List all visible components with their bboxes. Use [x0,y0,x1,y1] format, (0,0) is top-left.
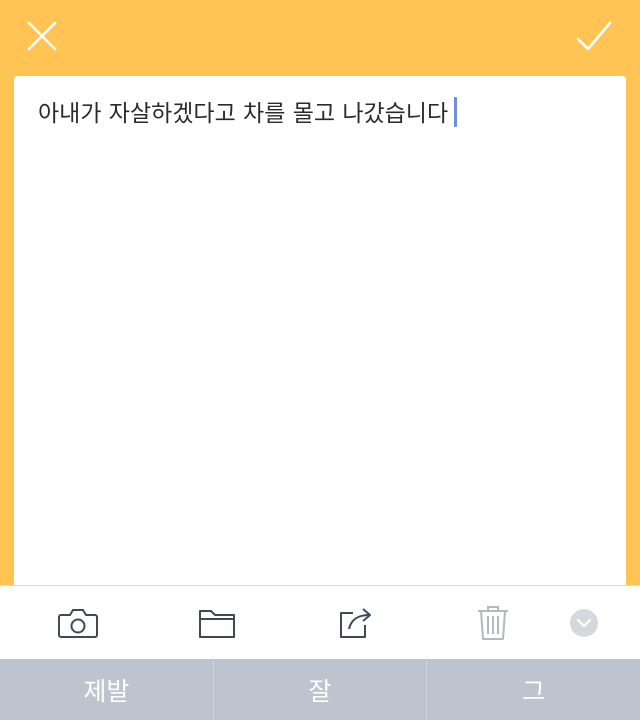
collapse-toolbar-button[interactable] [560,600,608,646]
close-icon [27,21,57,51]
note-text-area[interactable]: 아내가 자살하겠다고 차를 몰고 나갔습니다 [38,96,602,132]
note-editor[interactable]: 아내가 자살하겠다고 차를 몰고 나갔습니다 [14,76,626,586]
bottom-toolbar [0,585,640,659]
memo-editor: 아내가 자살하겠다고 차를 몰고 나갔습니다 제발 잘 그 [0,0,640,720]
camera-icon [58,609,98,638]
folder-icon [199,610,235,638]
delete-button[interactable] [469,600,517,646]
checkmark-icon [576,21,612,51]
note-text: 아내가 자살하겠다고 차를 몰고 나갔습니다 [38,101,449,127]
suggestion-item[interactable]: 잘 [212,659,427,720]
camera-button[interactable] [54,600,102,646]
trash-icon [478,606,508,640]
top-bar [0,0,640,76]
close-button[interactable] [18,12,66,60]
suggestion-item[interactable]: 그 [426,659,640,720]
share-icon [340,608,371,638]
share-button[interactable] [332,600,380,646]
confirm-button[interactable] [568,12,620,60]
keyboard-suggestion-bar: 제발 잘 그 [0,659,640,720]
suggestion-item[interactable]: 제발 [0,659,213,720]
chevron-down-circle-icon [570,609,598,637]
folder-button[interactable] [193,600,241,646]
text-caret [454,97,458,127]
